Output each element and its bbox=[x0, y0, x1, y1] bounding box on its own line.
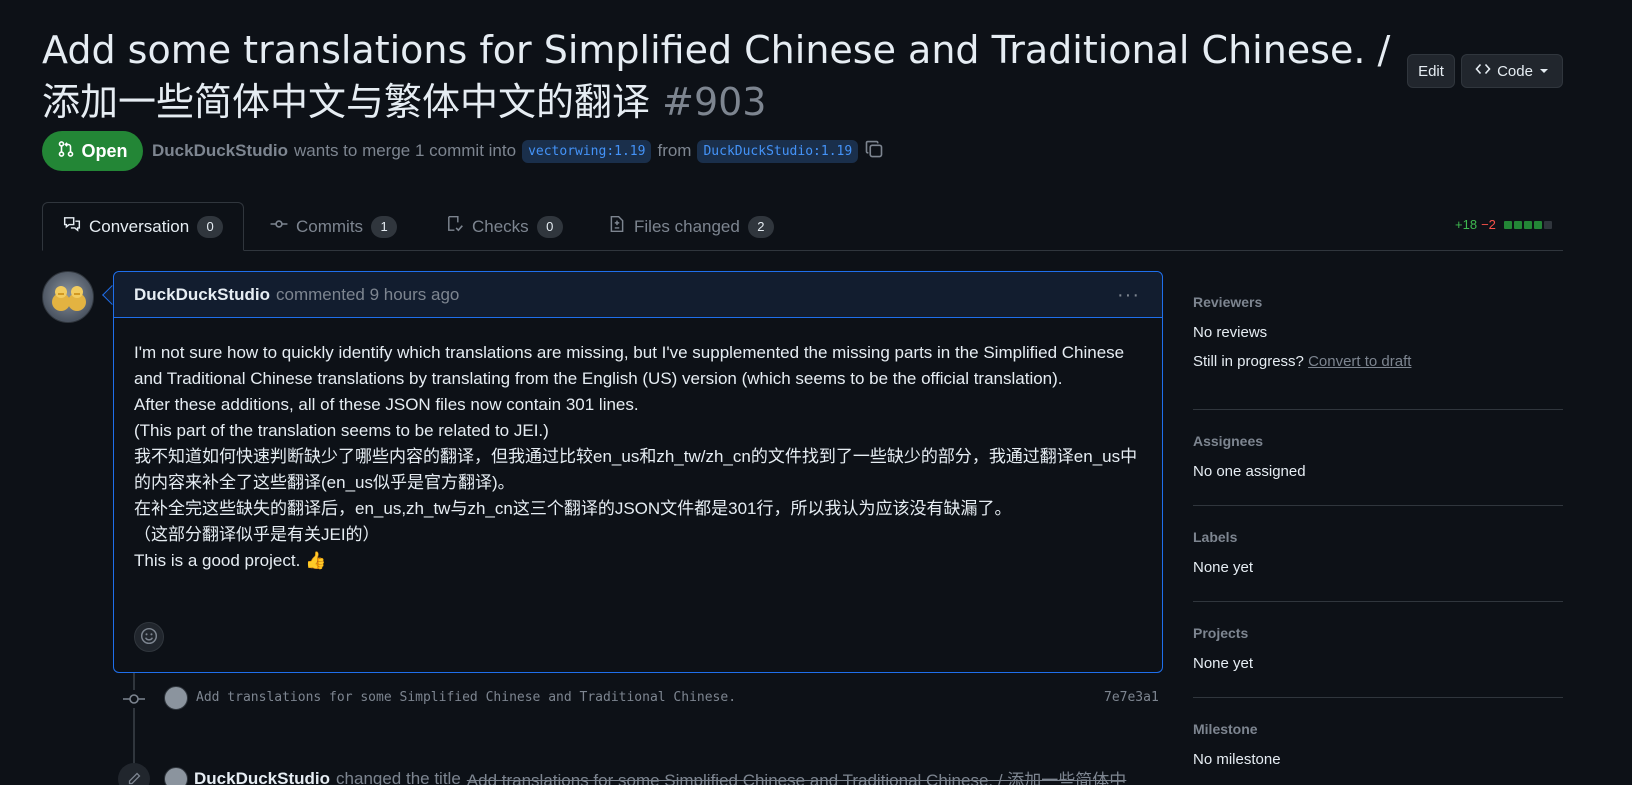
convert-to-draft-link[interactable]: Convert to draft bbox=[1308, 353, 1411, 370]
diff-block-added bbox=[1533, 220, 1542, 229]
event-action: changed the title bbox=[336, 768, 461, 785]
from-text: from bbox=[657, 141, 692, 160]
tab-label: Files changed bbox=[634, 216, 740, 236]
progress-text: Still in progress? bbox=[1193, 353, 1304, 370]
git-pull-request-icon bbox=[57, 140, 75, 163]
file-diff-icon bbox=[608, 215, 626, 238]
git-commit-icon bbox=[270, 215, 288, 238]
sidebar-milestone: Milestone No milestone bbox=[1193, 721, 1563, 780]
sidebar-reviewers: Reviewers No reviews Still in progress? … bbox=[1193, 294, 1563, 382]
code-button-label: Code bbox=[1497, 62, 1533, 80]
base-branch-link[interactable]: vectorwing:1.19 bbox=[522, 139, 652, 163]
git-commit-icon bbox=[121, 690, 147, 708]
diffstat: +18 −2 bbox=[1455, 217, 1552, 232]
diff-block-added bbox=[1513, 220, 1522, 229]
tab-checks[interactable]: Checks 0 bbox=[426, 202, 583, 251]
merge-description: wants to merge 1 commit into bbox=[294, 141, 517, 160]
tab-counter: 1 bbox=[371, 215, 398, 238]
page-title: Add some translations for Simplified Chi… bbox=[42, 24, 1394, 128]
sidebar-projects: Projects None yet bbox=[1193, 625, 1563, 684]
comment-line: 我不知道如何快速判断缺少了哪些内容的翻译，但我通过比较en_us和zh_tw/z… bbox=[134, 447, 1138, 492]
tab-label: Commits bbox=[296, 216, 364, 236]
tab-counter: 0 bbox=[536, 215, 563, 238]
diff-block-added bbox=[1503, 220, 1512, 229]
comment-author-link[interactable]: DuckDuckStudio bbox=[134, 285, 270, 305]
code-dropdown-button[interactable]: Code bbox=[1461, 54, 1563, 88]
projects-label[interactable]: Projects bbox=[1193, 625, 1563, 641]
checklist-icon bbox=[446, 215, 464, 238]
labels-label[interactable]: Labels bbox=[1193, 529, 1563, 545]
comment-timestamp[interactable]: commented 9 hours ago bbox=[276, 285, 459, 305]
sidebar-assignees: Assignees No one assigned bbox=[1193, 433, 1563, 492]
tab-label: Conversation bbox=[89, 216, 190, 236]
labels-value: None yet bbox=[1193, 559, 1254, 576]
reviewers-value: No reviews bbox=[1193, 324, 1268, 341]
caret-down-icon bbox=[1539, 63, 1549, 80]
tab-counter: 0 bbox=[197, 215, 224, 238]
sidebar-divider bbox=[1193, 409, 1563, 410]
tab-conversation[interactable]: Conversation 0 bbox=[42, 202, 245, 251]
draft-prompt: Still in progress? Convert to draft bbox=[1193, 353, 1563, 370]
diff-block-neutral bbox=[1543, 220, 1552, 229]
assignees-label[interactable]: Assignees bbox=[1193, 433, 1563, 449]
sidebar-labels: Labels None yet bbox=[1193, 529, 1563, 588]
pencil-icon bbox=[118, 763, 150, 785]
pr-author-link[interactable]: DuckDuckStudio bbox=[152, 141, 288, 161]
commit-message-link[interactable]: Add translations for some Simplified Chi… bbox=[196, 690, 736, 705]
copy-icon[interactable] bbox=[864, 139, 884, 164]
comment-line: (This part of the translation seems to b… bbox=[134, 421, 549, 440]
sidebar-divider bbox=[1193, 601, 1563, 602]
comment-line: 在补全完这些缺失的翻译后，en_us,zh_tw与zh_cn这三个翻译的JSON… bbox=[134, 499, 1012, 518]
diffstat-blocks bbox=[1503, 220, 1552, 229]
old-title: Add translations for some Simplified Chi… bbox=[466, 771, 1127, 785]
comment-card: DuckDuckStudio commented 9 hours ago ···… bbox=[113, 271, 1163, 673]
comment-discussion-icon bbox=[63, 215, 81, 238]
kebab-horizontal-icon[interactable]: ··· bbox=[1117, 284, 1140, 307]
milestone-label[interactable]: Milestone bbox=[1193, 721, 1563, 737]
pr-meta: DuckDuckStudio wants to merge 1 commit i… bbox=[152, 138, 884, 164]
comment-line: This is a good project. 👍 bbox=[134, 551, 327, 570]
sidebar-divider bbox=[1193, 697, 1563, 698]
diff-additions: +18 bbox=[1455, 217, 1478, 232]
comment-line: （这部分翻译似乎是有关JEI的） bbox=[134, 525, 380, 544]
comment-line: I'm not sure how to quickly identify whi… bbox=[134, 343, 1125, 388]
diff-block-added bbox=[1523, 220, 1532, 229]
comment-header: DuckDuckStudio commented 9 hours ago ··· bbox=[114, 272, 1162, 318]
code-icon bbox=[1475, 61, 1491, 81]
event-author-link[interactable]: DuckDuckStudio bbox=[194, 769, 330, 785]
event-author-avatar[interactable] bbox=[164, 766, 188, 785]
tab-counter: 2 bbox=[747, 215, 774, 238]
tab-files-changed[interactable]: Files changed 2 bbox=[588, 202, 794, 251]
assignees-value: No one assigned bbox=[1193, 463, 1306, 480]
projects-value: None yet bbox=[1193, 655, 1254, 672]
head-branch-link[interactable]: DuckDuckStudio:1.19 bbox=[697, 139, 859, 163]
avatar[interactable] bbox=[42, 271, 94, 323]
edit-title-button[interactable]: Edit bbox=[1407, 54, 1455, 88]
comment-body: I'm not sure how to quickly identify whi… bbox=[134, 340, 1142, 574]
pr-number: #903 bbox=[662, 80, 767, 124]
pr-state-label: Open bbox=[81, 140, 128, 161]
milestone-value: No milestone bbox=[1193, 751, 1281, 768]
comment-line: After these additions, all of these JSON… bbox=[134, 395, 639, 414]
pr-state-badge: Open bbox=[42, 131, 143, 171]
smiley-icon bbox=[140, 627, 158, 648]
commit-author-avatar[interactable] bbox=[164, 686, 188, 710]
commit-sha-link[interactable]: 7e7e3a1 bbox=[1104, 690, 1159, 705]
rename-event: DuckDuckStudio changed the title Add tra… bbox=[164, 766, 1126, 785]
reviewers-label[interactable]: Reviewers bbox=[1193, 294, 1563, 310]
add-reaction-button[interactable] bbox=[134, 622, 164, 652]
tab-commits[interactable]: Commits 1 bbox=[250, 202, 417, 251]
tab-label: Checks bbox=[472, 216, 529, 236]
sidebar-divider bbox=[1193, 505, 1563, 506]
diff-deletions: −2 bbox=[1481, 217, 1496, 232]
